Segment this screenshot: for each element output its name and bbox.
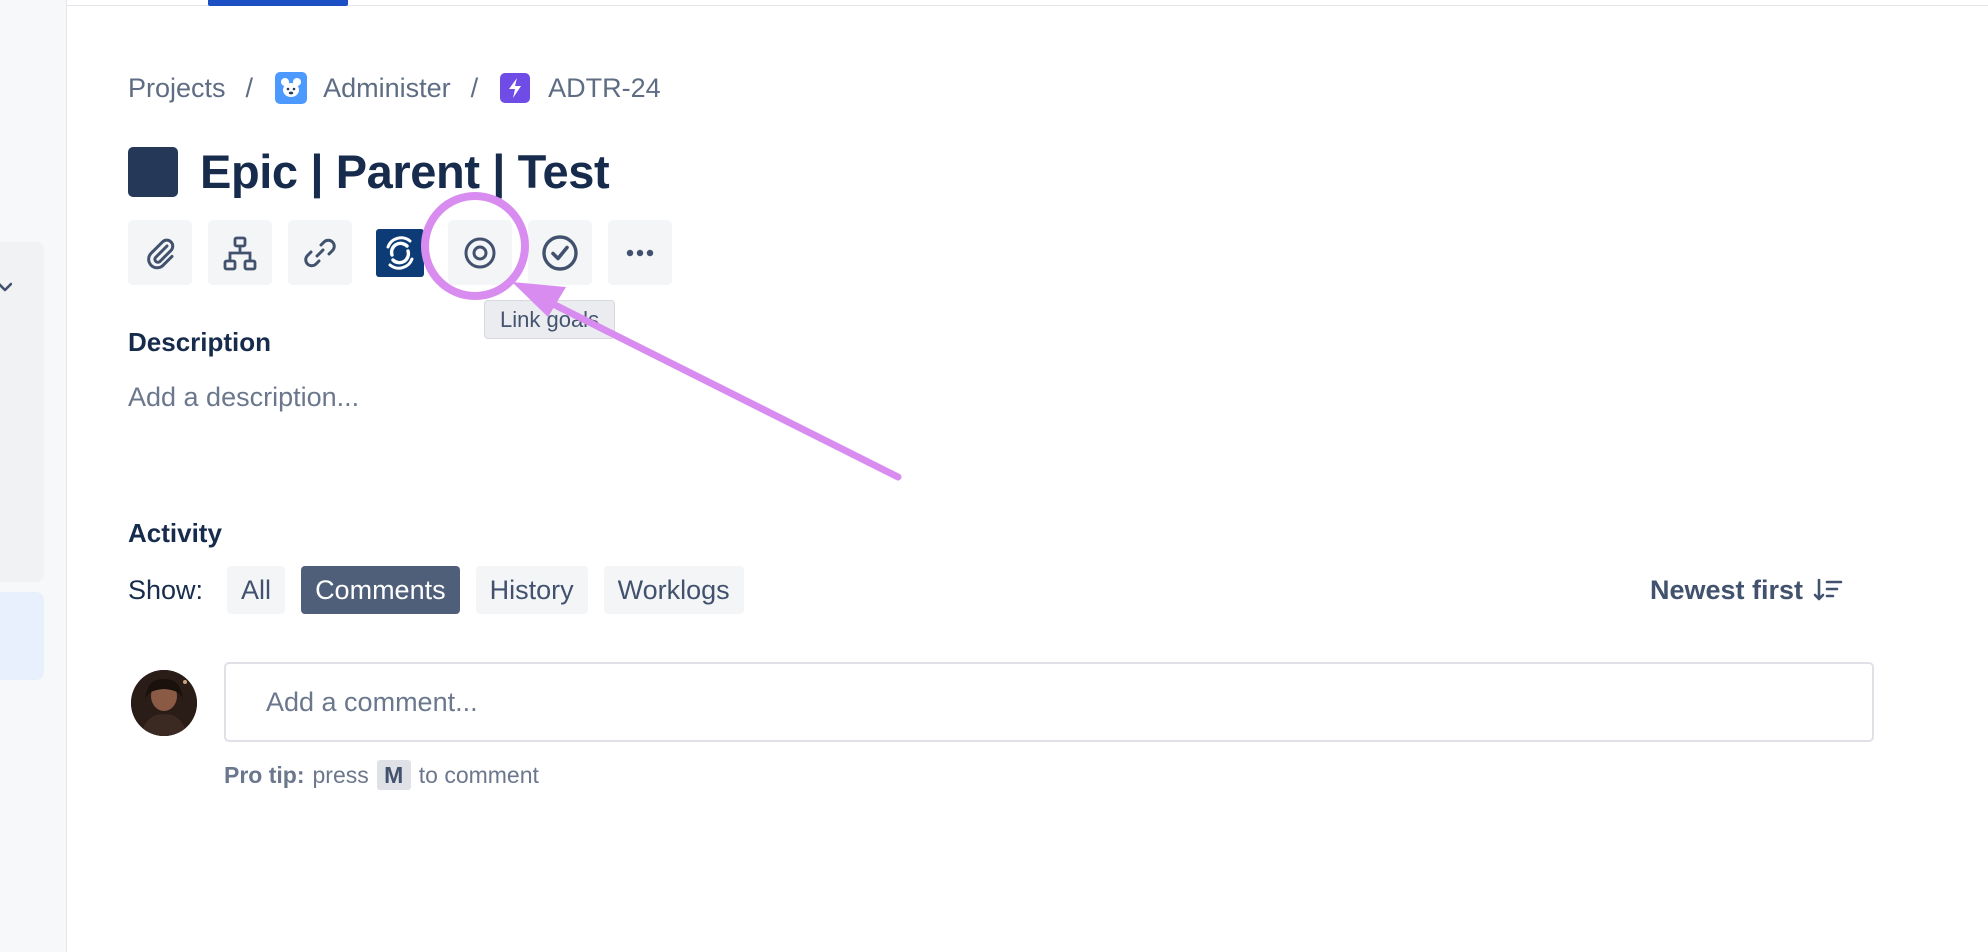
- attach-button[interactable]: [128, 220, 192, 285]
- link-icon: [304, 238, 336, 267]
- keyboard-shortcut-key: M: [376, 760, 411, 790]
- app-integration-button[interactable]: [368, 220, 432, 285]
- filter-comments-button[interactable]: Comments: [301, 566, 460, 614]
- paperclip-icon: [147, 238, 175, 269]
- check-circle-icon: [542, 234, 578, 271]
- filter-history-button[interactable]: History: [475, 566, 588, 614]
- pro-tip: Pro tip: press M to comment: [224, 760, 539, 790]
- pro-tip-text-before: press: [312, 761, 369, 788]
- add-child-issue-button[interactable]: [208, 220, 272, 285]
- more-icon: [626, 249, 654, 256]
- project-avatar-icon: [275, 72, 308, 104]
- app-integration-icon: [376, 228, 424, 277]
- annotation-overlay: [421, 192, 902, 481]
- filter-worklogs-button[interactable]: Worklogs: [603, 566, 744, 614]
- breadcrumb-projects-link[interactable]: Projects: [128, 73, 226, 104]
- show-label: Show:: [128, 574, 204, 605]
- checklist-button[interactable]: [528, 220, 592, 285]
- epic-type-icon: [500, 73, 531, 103]
- avatar[interactable]: [131, 670, 197, 736]
- breadcrumb-issue-key-link[interactable]: ADTR-24: [548, 73, 661, 104]
- sort-order-label: Newest first: [1650, 574, 1804, 605]
- link-goals-tooltip: Link goals: [484, 300, 616, 339]
- target-icon: [464, 237, 496, 268]
- breadcrumb: Projects / Administer / ADTR-24: [128, 72, 661, 104]
- sort-order-button[interactable]: Newest first: [1650, 568, 1843, 612]
- filter-all-button[interactable]: All: [227, 566, 286, 614]
- pro-tip-text-after: to comment: [418, 761, 539, 788]
- chevron-down-icon[interactable]: [0, 280, 12, 294]
- issue-type-icon[interactable]: [128, 146, 178, 197]
- sidebar-active-item[interactable]: [0, 592, 44, 680]
- sort-descending-icon: [1813, 578, 1843, 601]
- page-title[interactable]: Epic | Parent | Test: [200, 144, 610, 199]
- activity-filter-row: Show: All Comments History Worklogs: [128, 566, 760, 614]
- description-heading: Description: [128, 327, 272, 357]
- breadcrumb-project-link[interactable]: Administer: [323, 73, 451, 104]
- breadcrumb-separator: /: [470, 72, 479, 103]
- more-actions-button[interactable]: [608, 220, 672, 285]
- issue-title-row: Epic | Parent | Test: [128, 144, 610, 199]
- link-goals-button[interactable]: [448, 220, 512, 285]
- top-navigation-bar: [0, 0, 1988, 6]
- link-issue-button[interactable]: [288, 220, 352, 285]
- left-sidebar: [0, 0, 67, 952]
- pro-tip-label: Pro tip:: [224, 761, 305, 788]
- hierarchy-icon: [223, 236, 257, 270]
- comment-input[interactable]: [224, 662, 1874, 742]
- breadcrumb-separator: /: [245, 72, 254, 103]
- active-nav-indicator: [208, 0, 348, 6]
- description-field[interactable]: Add a description...: [128, 382, 359, 413]
- activity-heading: Activity: [128, 518, 222, 548]
